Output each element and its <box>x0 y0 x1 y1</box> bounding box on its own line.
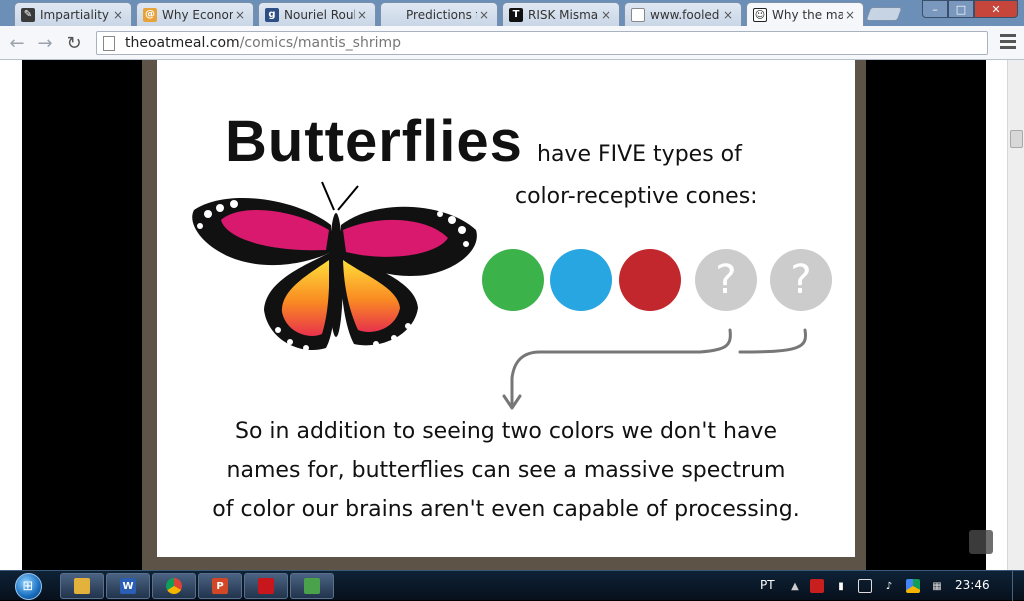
tab-title: www.fooled <box>650 7 720 22</box>
start-button[interactable]: ⊞ <box>8 571 48 601</box>
new-tab-button[interactable] <box>865 7 903 21</box>
antivirus-icon[interactable] <box>810 579 824 593</box>
tab-impartiality[interactable]: ✎ Impartiality ( × <box>14 2 132 26</box>
quill-icon: ✎ <box>21 7 35 22</box>
show-desktop-button[interactable] <box>1012 571 1024 601</box>
cone-green <box>482 249 544 311</box>
tab-fooled[interactable]: www.fooled × <box>624 2 742 26</box>
windows-logo-icon: ⊞ <box>14 572 42 600</box>
comic-body-line3: of color our brains aren't even capable … <box>212 497 800 522</box>
chrome-icon <box>166 578 182 594</box>
tab-nouriel-roubini[interactable]: g Nouriel Roub × <box>258 2 376 26</box>
acrobat-icon <box>258 578 274 594</box>
question-mark: ? <box>715 257 737 303</box>
question-mark: ? <box>790 257 812 303</box>
tab-predictions[interactable]: Predictions f × <box>380 2 498 26</box>
clock[interactable]: 23:46 <box>955 578 990 592</box>
tab-title: RISK Misman <box>528 7 599 22</box>
taskbar-explorer[interactable] <box>60 573 104 599</box>
comic-title: Butterflies <box>225 109 523 174</box>
tab-why-the-mantis[interactable]: ☺ Why the mar × <box>746 2 864 27</box>
tab-close-icon[interactable]: × <box>721 8 735 22</box>
nyt-icon: T <box>509 7 523 22</box>
page-icon <box>631 7 645 22</box>
address-bar[interactable]: theoatmeal.com/comics/mantis_shrimp <box>96 31 988 55</box>
windows-taskbar: ⊞ W P PT ▲ ▮ ♪ ▦ 23:46 <box>0 570 1024 601</box>
tab-risk-mismanagement[interactable]: T RISK Misman × <box>502 2 620 26</box>
messenger-icon <box>304 578 320 594</box>
page-viewport: Butterflies have FIVE types of color-rec… <box>0 60 1024 570</box>
language-indicator[interactable]: PT <box>760 578 775 592</box>
comic-body-text: So in addition to seeing two colors we d… <box>190 412 822 529</box>
tab-close-icon[interactable]: × <box>477 8 491 22</box>
url-path: /comics/mantis_shrimp <box>239 35 402 51</box>
tab-title: Impartiality ( <box>40 7 111 22</box>
comic-subtitle-line1: have FIVE types of <box>537 142 742 167</box>
battery-icon[interactable] <box>858 579 872 593</box>
url-host: theoatmeal.com <box>125 35 240 51</box>
oatmeal-icon: ☺ <box>753 8 767 22</box>
cone-red <box>619 249 681 311</box>
network-icon[interactable]: ▦ <box>930 579 944 593</box>
at-sign-icon: @ <box>143 7 157 22</box>
comic-body-line2: names for, butterflies can see a massive… <box>226 458 786 483</box>
cone-unknown-2: ? <box>770 249 832 311</box>
blank-icon <box>387 8 401 22</box>
tab-title: Nouriel Roub <box>284 7 355 22</box>
back-button[interactable]: ← <box>6 32 28 54</box>
tab-close-icon[interactable]: × <box>111 8 125 22</box>
page-margin-left <box>0 60 22 570</box>
tab-why-econon[interactable]: @ Why Econon × <box>136 2 254 26</box>
menu-icon[interactable] <box>1000 34 1016 50</box>
taskbar-word[interactable]: W <box>106 573 150 599</box>
tab-close-icon[interactable]: × <box>355 8 369 22</box>
taskbar-chrome[interactable] <box>152 573 196 599</box>
butterfly-illustration <box>192 181 477 351</box>
comic-subtitle-line2: color-receptive cones: <box>515 184 758 209</box>
vertical-scrollbar[interactable] <box>1007 60 1024 570</box>
maximize-button[interactable]: □ <box>948 0 974 18</box>
tab-title: Why Econon <box>162 7 233 22</box>
google-drive-icon[interactable] <box>906 579 920 593</box>
taskbar-powerpoint[interactable]: P <box>198 573 242 599</box>
window-controls: – □ ✕ <box>922 0 1018 18</box>
page-icon <box>103 35 115 51</box>
cone-unknown-1: ? <box>695 249 757 311</box>
g-logo-icon: g <box>265 7 279 22</box>
cone-blue <box>550 249 612 311</box>
minimize-button[interactable]: – <box>922 0 948 18</box>
taskbar-acrobat[interactable] <box>244 573 288 599</box>
tab-close-icon[interactable]: × <box>233 8 247 22</box>
taskbar-messenger[interactable] <box>290 573 334 599</box>
signal-icon[interactable]: ▮ <box>834 579 848 593</box>
comic-body-line1: So in addition to seeing two colors we d… <box>235 419 777 444</box>
tray-expand-icon[interactable]: ▲ <box>788 579 802 593</box>
reload-button[interactable]: ↻ <box>63 32 85 54</box>
tab-title: Predictions f <box>406 7 477 22</box>
browser-toolbar: ← → ↻ theoatmeal.com/comics/mantis_shrim… <box>0 26 1024 60</box>
powerpoint-icon: P <box>212 578 228 594</box>
tab-strip: ✎ Impartiality ( × @ Why Econon × g Nour… <box>0 0 1024 27</box>
close-button[interactable]: ✕ <box>974 0 1018 18</box>
word-icon: W <box>120 578 136 594</box>
share-icon[interactable] <box>969 530 993 554</box>
volume-icon[interactable]: ♪ <box>882 579 896 593</box>
curved-arrow <box>502 328 808 410</box>
scrollbar-thumb[interactable] <box>1010 130 1023 148</box>
page-margin-right <box>986 60 1007 570</box>
tab-title: Why the mar <box>772 8 843 22</box>
forward-button[interactable]: → <box>34 32 56 54</box>
explorer-icon <box>74 578 90 594</box>
tab-close-icon[interactable]: × <box>599 8 613 22</box>
tab-close-icon[interactable]: × <box>843 8 857 22</box>
